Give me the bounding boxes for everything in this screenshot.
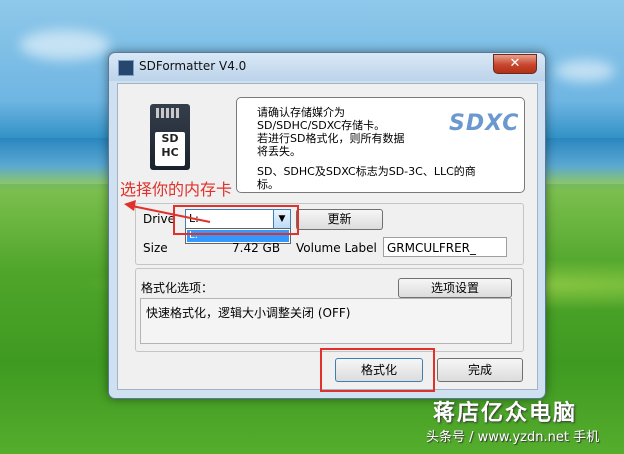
- format-options-summary-text: 快速格式化，逻辑大小调整关闭 (OFF): [146, 306, 351, 320]
- app-icon: [118, 60, 134, 76]
- title-bar[interactable]: SDFormatter V4.0 ✕: [109, 53, 545, 81]
- annotation-arrow-icon: [124, 200, 211, 223]
- volume-label-field[interactable]: GRMCULFRER_: [383, 237, 507, 257]
- volume-label-label: Volume Label: [296, 241, 377, 255]
- cloud: [20, 30, 110, 60]
- sdxc-logo: SDXC: [449, 111, 520, 136]
- cloud: [555, 60, 615, 82]
- warning-text: 请确认存储媒介为 SD/SDHC/SDXC存储卡。 若进行SD格式化，则所有数据…: [257, 106, 405, 158]
- close-button[interactable]: ✕: [493, 54, 537, 74]
- card-label: SD HC: [155, 132, 185, 166]
- option-settings-button[interactable]: 选项设置: [398, 278, 512, 298]
- window-title: SDFormatter V4.0: [139, 59, 247, 73]
- format-options-heading: 格式化选项：: [141, 281, 214, 295]
- format-options-summary: 快速格式化，逻辑大小调整关闭 (OFF): [140, 298, 512, 344]
- refresh-button[interactable]: 更新: [296, 209, 383, 230]
- finish-button[interactable]: 完成: [437, 358, 523, 382]
- sd-card-icon: SD HC: [150, 104, 190, 170]
- card-contacts: [156, 108, 180, 118]
- watermark-brand: 蒋店亿众电脑: [433, 400, 578, 426]
- trademark-text: SD、SDHC及SDXC标志为SD-3C、LLC的商 标。: [257, 165, 476, 191]
- annotation-highlight-format: [320, 348, 435, 392]
- size-label: Size: [143, 241, 168, 255]
- watermark-url: 头条号 / www.yzdn.net 手机: [426, 430, 600, 445]
- info-panel: 请确认存储媒介为 SD/SDHC/SDXC存储卡。 若进行SD格式化，则所有数据…: [236, 97, 525, 193]
- size-value: 7.42 GB: [232, 241, 281, 255]
